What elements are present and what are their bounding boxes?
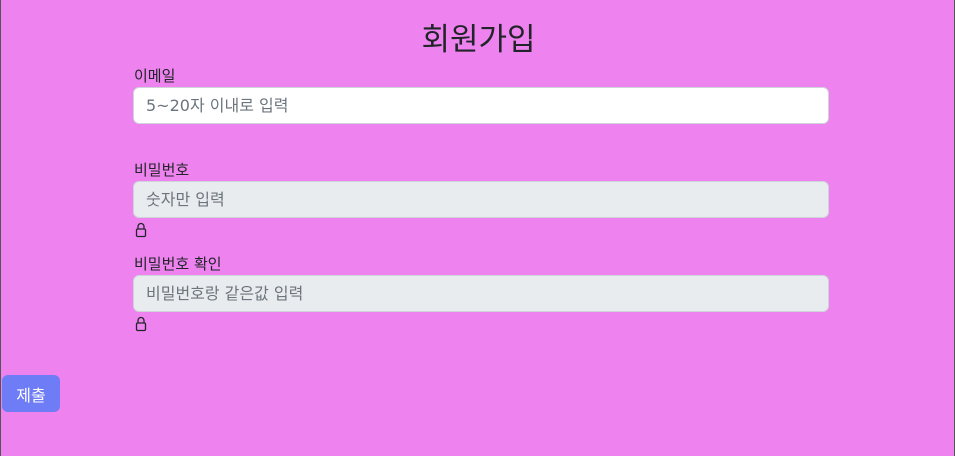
lock-icon [135,222,147,238]
lock-icon [135,316,147,332]
password-confirm-label: 비밀번호 확인 [134,255,222,273]
password-label: 비밀번호 [134,161,190,179]
submit-button[interactable]: 제출 [2,375,60,412]
page-title: 회원가입 [421,22,536,58]
email-input[interactable] [133,87,829,124]
email-label: 이메일 [134,67,176,85]
password-confirm-input[interactable] [133,275,829,312]
password-input[interactable] [133,181,829,218]
